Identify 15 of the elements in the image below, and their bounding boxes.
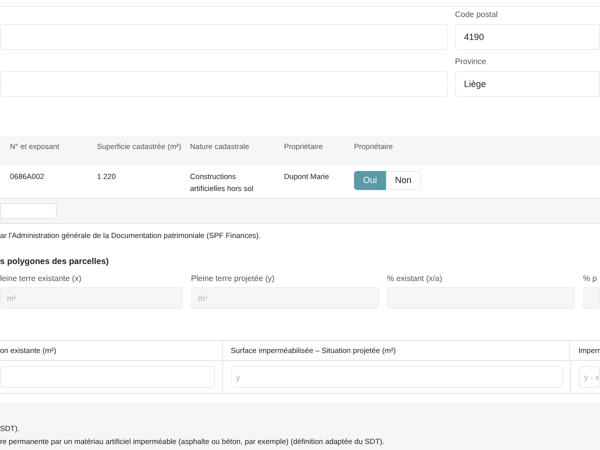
field-label: Code postal — [455, 9, 499, 21]
text-field[interactable]: y — [231, 366, 563, 388]
text-field[interactable]: 4190 — [455, 24, 600, 50]
field-label: Pleine terre projetée (y) — [191, 274, 276, 284]
text-field[interactable]: m² — [191, 287, 379, 309]
field-label: % existant (x/a) — [387, 274, 444, 284]
field-label: leine terre existante (x) — [0, 274, 82, 284]
text-field[interactable] — [0, 203, 57, 219]
field-label: Province — [455, 56, 488, 68]
toggle-option[interactable]: Non — [386, 171, 421, 190]
text-field[interactable]: m² — [0, 287, 183, 309]
text-field[interactable]: y - x — [579, 366, 600, 388]
field-label: % p — [583, 274, 598, 284]
section-heading: s polygones des parcelles) — [0, 256, 110, 267]
text-field[interactable]: Liège — [455, 71, 600, 97]
